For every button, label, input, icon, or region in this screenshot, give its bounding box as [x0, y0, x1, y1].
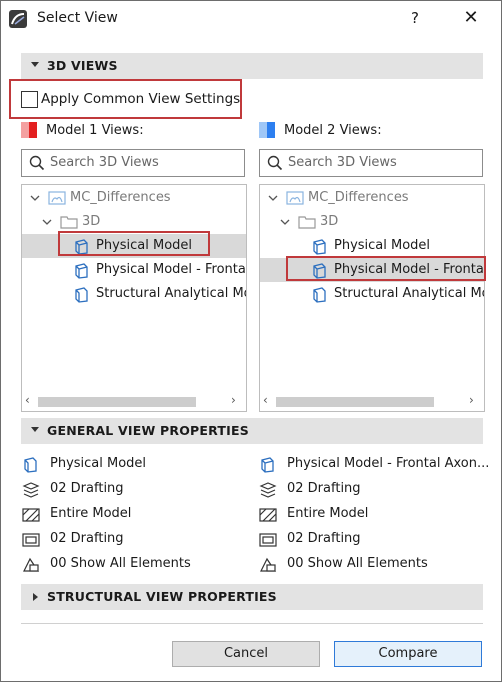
section-general-label: GENERAL VIEW PROPERTIES: [47, 423, 249, 438]
tree-item-view[interactable]: Structural Analytical Mod: [260, 282, 484, 306]
prop-value: 02 Drafting: [287, 531, 361, 546]
tree-item-label: Structural Analytical Mod: [96, 286, 247, 301]
prop-value: Entire Model: [287, 506, 369, 521]
section-structural-view-properties[interactable]: STRUCTURAL VIEW PROPERTIES: [21, 584, 483, 610]
cancel-button[interactable]: Cancel: [172, 641, 320, 667]
scrollbar-thumb[interactable]: [38, 397, 196, 407]
model2-search-input[interactable]: Search 3D Views: [259, 149, 483, 177]
hatch-icon: [21, 506, 41, 528]
project-cloud-icon: [286, 190, 304, 210]
tree-item-label: 3D: [320, 214, 339, 229]
model1-label: Model 1 Views:: [46, 123, 144, 138]
model1-color-swatch: [21, 122, 37, 138]
hatch-icon: [258, 506, 278, 528]
horizontal-scrollbar[interactable]: ‹ ›: [260, 393, 484, 411]
tree-item-label: Structural Analytical Mod: [334, 286, 485, 301]
collapse-arrow-icon: [31, 427, 39, 432]
folder-icon: [298, 214, 316, 234]
pen-set-icon: [21, 531, 41, 553]
view-box-icon: [310, 286, 328, 308]
search-icon: [267, 155, 283, 175]
tree-item-label: MC_Differences: [70, 190, 171, 205]
tree-item-folder[interactable]: 3D: [260, 210, 484, 234]
chevron-down-icon[interactable]: [42, 216, 52, 231]
common-settings-checkbox[interactable]: [21, 91, 38, 108]
model2-color-swatch: [259, 122, 275, 138]
model2-views-tree[interactable]: MC_Differences 3D Physical Model Physica…: [259, 184, 485, 412]
prop-value: 02 Drafting: [50, 531, 124, 546]
prop-value: 00 Show All Elements: [50, 556, 191, 571]
close-button[interactable]: ✕: [459, 7, 483, 28]
prop-value: 00 Show All Elements: [287, 556, 428, 571]
tree-item-label: Physical Model: [334, 238, 431, 253]
common-settings-label[interactable]: Apply Common View Settings: [41, 91, 240, 107]
archicad-app-icon: [9, 10, 27, 28]
section-3d-views[interactable]: 3D VIEWS: [21, 53, 483, 79]
view-box-icon: [21, 456, 39, 478]
view-cube-icon: [258, 456, 276, 478]
tree-item-project[interactable]: MC_Differences: [22, 186, 246, 210]
tree-item-label: 3D: [82, 214, 101, 229]
scroll-left-icon[interactable]: ‹: [25, 393, 30, 407]
compare-button[interactable]: Compare: [334, 641, 482, 667]
help-button[interactable]: ?: [405, 9, 425, 27]
highlight-model1-selection: [58, 231, 210, 256]
horizontal-scrollbar[interactable]: ‹ ›: [22, 393, 246, 411]
layers-icon: [258, 481, 278, 503]
prop-value: 02 Drafting: [287, 481, 361, 496]
section-general-view-properties[interactable]: GENERAL VIEW PROPERTIES: [21, 418, 483, 444]
chevron-down-icon[interactable]: [280, 216, 290, 231]
pen-set-icon: [258, 531, 278, 553]
footer-divider: [21, 623, 483, 624]
tree-item-view[interactable]: Structural Analytical Mod: [22, 282, 246, 306]
view-box-icon: [72, 286, 90, 308]
prop-value: Physical Model: [50, 456, 147, 471]
tree-item-view[interactable]: Physical Model - Frontal: [22, 258, 246, 282]
title-bar: Select View ? ✕: [1, 1, 501, 37]
project-cloud-icon: [48, 190, 66, 210]
tree-item-view[interactable]: Physical Model: [260, 234, 484, 258]
select-view-dialog: Select View ? ✕ 3D VIEWS Apply Common Vi…: [0, 0, 502, 682]
model1-search-input[interactable]: Search 3D Views: [21, 149, 245, 177]
prop-value: Entire Model: [50, 506, 132, 521]
highlight-model2-selection: [286, 256, 486, 281]
chevron-down-icon[interactable]: [268, 192, 278, 207]
search-placeholder: Search 3D Views: [50, 155, 159, 170]
chevron-down-icon[interactable]: [30, 192, 40, 207]
tree-item-label: Physical Model - Frontal: [96, 262, 247, 277]
prop-value: Physical Model - Frontal Axon...: [287, 456, 490, 471]
search-placeholder: Search 3D Views: [288, 155, 397, 170]
model-view-options-icon: [21, 556, 41, 578]
tree-item-label: MC_Differences: [308, 190, 409, 205]
view-cube-icon: [72, 262, 90, 284]
layers-icon: [21, 481, 41, 503]
scroll-right-icon[interactable]: ›: [469, 393, 474, 407]
expand-arrow-icon: [33, 593, 38, 601]
section-3d-views-label: 3D VIEWS: [47, 58, 118, 73]
search-icon: [29, 155, 45, 175]
window-title: Select View: [37, 10, 118, 26]
tree-item-project[interactable]: MC_Differences: [260, 186, 484, 210]
scroll-left-icon[interactable]: ‹: [263, 393, 268, 407]
collapse-arrow-icon: [31, 62, 39, 67]
model1-views-tree[interactable]: MC_Differences 3D Physical Model Physica…: [21, 184, 247, 412]
scrollbar-thumb[interactable]: [276, 397, 434, 407]
model-view-options-icon: [258, 556, 278, 578]
section-structural-label: STRUCTURAL VIEW PROPERTIES: [47, 589, 277, 604]
prop-value: 02 Drafting: [50, 481, 124, 496]
scroll-right-icon[interactable]: ›: [231, 393, 236, 407]
model2-label: Model 2 Views:: [284, 123, 382, 138]
